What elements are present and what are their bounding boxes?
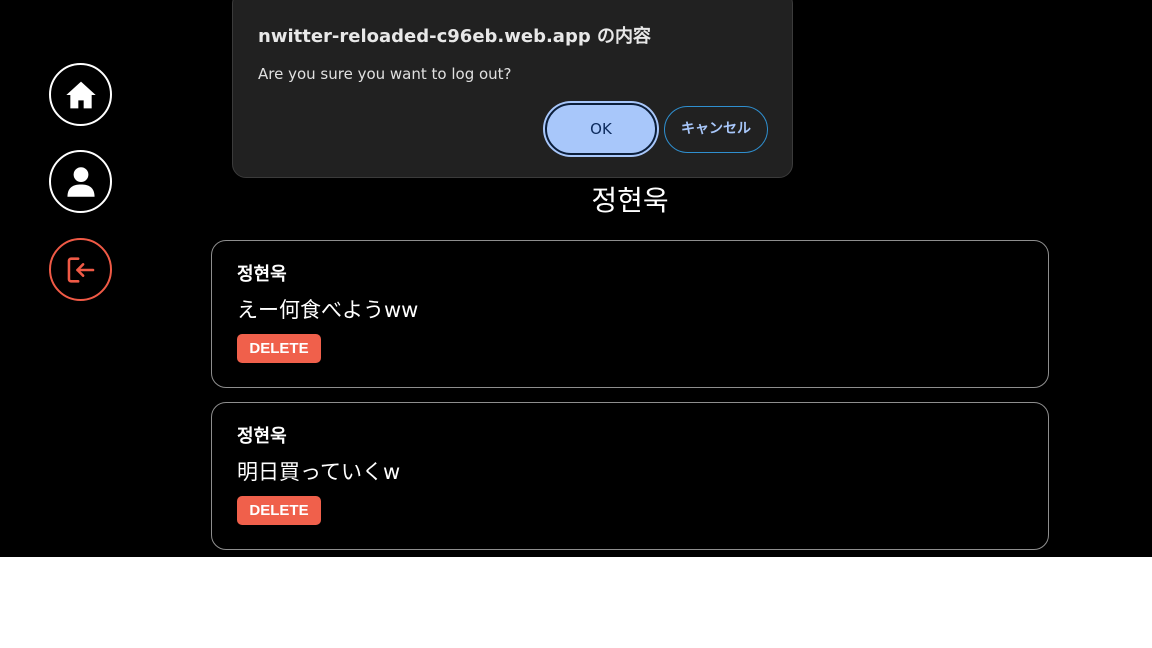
dialog-title: nwitter-reloaded-c96eb.web.app の内容 [258, 26, 651, 47]
home-button[interactable] [49, 63, 112, 126]
profile-name: 정현욱 [591, 184, 669, 217]
tweet-card: 정현욱 明日買っていくw DELETE [211, 402, 1049, 550]
page-background [0, 557, 1152, 648]
logout-icon [67, 256, 94, 283]
dialog-message: Are you sure you want to log out? [258, 65, 512, 83]
home-icon [65, 81, 96, 108]
logout-button[interactable] [49, 238, 112, 301]
tweet-card: 정현욱 えー何食べようww DELETE [211, 240, 1049, 388]
cancel-button[interactable]: キャンセル [664, 106, 768, 153]
tweet-text: えー何食べようww [237, 298, 419, 322]
profile-button[interactable] [49, 150, 112, 213]
delete-button[interactable]: DELETE [237, 496, 321, 525]
app-container: 정현욱 정현욱 えー何食べようww DELETE 정현욱 明日買っていくw DE… [0, 0, 1152, 557]
delete-button[interactable]: DELETE [237, 334, 321, 363]
ok-button[interactable]: OK [545, 103, 657, 155]
tweet-username: 정현욱 [237, 426, 287, 447]
confirm-dialog: nwitter-reloaded-c96eb.web.app の内容 Are y… [232, 0, 793, 178]
user-icon [66, 166, 95, 197]
tweet-text: 明日買っていくw [237, 460, 401, 484]
tweet-username: 정현욱 [237, 264, 287, 285]
